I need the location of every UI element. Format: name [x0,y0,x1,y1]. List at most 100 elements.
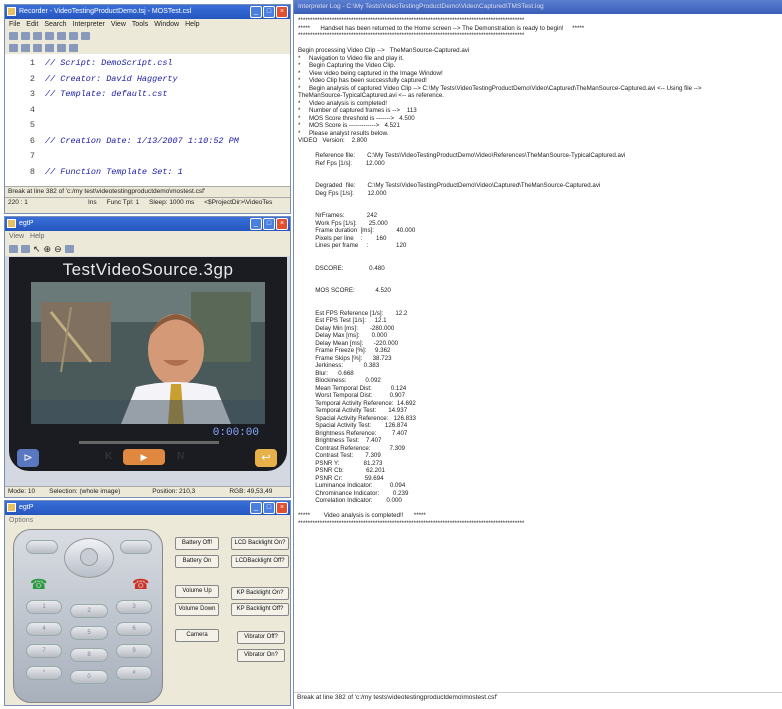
key-0[interactable]: 0 [70,670,108,684]
step-icon[interactable] [21,44,30,52]
kp-backlight-on-button[interactable]: KP Backlight On? [231,587,289,600]
zoom-out-icon[interactable]: ⊖ [54,244,62,255]
cursor-position: 220 : 1 [8,199,28,206]
menu-file[interactable]: File [9,19,20,30]
code-editor[interactable]: 1// Script: DemoScript.csl 2// Creator: … [5,54,290,186]
play-button[interactable]: ▶ [123,449,165,465]
record-icon[interactable] [21,245,30,253]
minimize-button[interactable]: _ [250,6,262,18]
menu-view[interactable]: View [9,231,24,242]
log-titlebar[interactable]: Interpreter Log - C:\My Tests\VideoTesti… [294,0,782,14]
log-line: * Please analyst results below. [298,129,389,137]
call-icon[interactable]: ☎ [30,576,47,593]
log-line: ****************************************… [298,519,525,527]
menu-options[interactable]: Options [9,515,33,526]
position-status: Position: 210,3 [152,488,196,495]
softkey-right[interactable] [120,540,152,554]
back-icon[interactable]: ⊳ [17,449,39,467]
menu-help[interactable]: Help [30,231,44,242]
close-button[interactable]: × [276,502,288,514]
log-line: ****************************************… [298,32,525,39]
return-icon[interactable]: ↩ [255,449,277,467]
nav-center[interactable] [80,548,98,566]
cut-icon[interactable] [45,32,54,40]
selection-status: Selection: (whole image) [49,488,121,495]
stop-icon[interactable] [33,44,42,52]
code-line: 7 [29,151,35,161]
key-7[interactable]: 7 [26,644,62,658]
breakpoint-icon[interactable] [45,44,54,52]
minimize-button[interactable]: _ [250,218,262,230]
new-file-icon[interactable] [9,32,18,40]
zoom-in-icon[interactable]: ⊕ [44,244,52,255]
key-4[interactable]: 4 [26,622,62,636]
paste-icon[interactable] [69,32,78,40]
volume-down-button[interactable]: Volume Down [175,603,219,616]
menu-interpreter[interactable]: Interpreter [73,19,105,30]
maximize-button[interactable]: □ [263,218,275,230]
phone-titlebar[interactable]: egtP _ □ × [5,501,290,515]
open-icon[interactable] [21,32,30,40]
softkey-left[interactable] [26,540,58,554]
menu-edit[interactable]: Edit [26,19,38,30]
step-over-icon[interactable] [69,44,78,52]
prev-icon[interactable]: K [105,451,112,462]
key-2[interactable]: 2 [70,604,108,618]
volume-up-button[interactable]: Volume Up [175,585,219,598]
run-icon[interactable] [9,44,18,52]
key-1[interactable]: 1 [26,600,62,614]
key-hash[interactable]: # [116,666,152,680]
code-line: 4 [29,104,35,115]
minimize-button[interactable]: _ [250,502,262,514]
battery-off-button[interactable]: Battery Off! [175,537,219,550]
recorder-titlebar[interactable]: Recorder - VideoTestingProductDemo.tsj -… [5,5,290,19]
player-titlebar[interactable]: egtP _ □ × [5,217,290,231]
log-output[interactable]: ****************************************… [294,14,782,684]
kp-backlight-off-button[interactable]: KP Backlight Off? [231,603,289,616]
menu-window[interactable]: Window [154,19,179,30]
copy-icon[interactable] [57,32,66,40]
camera-icon[interactable] [9,245,18,253]
log-statusbar: Break at line 382 of 'c:/my tests\videot… [294,692,782,703]
pointer-icon[interactable]: ↖ [33,244,41,255]
lcd-backlight-off-button[interactable]: LCDBacklight Off? [231,555,289,568]
log-line: Correlation Indicator: 0.000 [298,497,402,504]
key-star[interactable]: * [26,666,62,680]
phone-title: egtP [19,504,34,511]
save-icon[interactable] [33,32,42,40]
close-button[interactable]: × [276,218,288,230]
key-5[interactable]: 5 [70,626,108,640]
player-title: egtP [19,220,34,227]
key-8[interactable]: 8 [70,648,108,662]
key-9[interactable]: 9 [116,644,152,658]
menu-help[interactable]: Help [185,19,199,30]
maximize-button[interactable]: □ [263,6,275,18]
battery-on-button[interactable]: Battery On [175,555,219,568]
step-into-icon[interactable] [57,44,66,52]
menu-tools[interactable]: Tools [132,19,148,30]
sleep-status: Sleep: 1000 ms [149,199,195,206]
video-frame [31,282,265,424]
maximize-button[interactable]: □ [263,502,275,514]
next-icon[interactable]: N [177,451,184,462]
vibrator-on-button[interactable]: Vibrator On? [237,649,285,662]
rgb-status: RGB: 49,53,49 [229,488,273,495]
interpreter-log-window: Interpreter Log - C:\My Tests\VideoTesti… [293,0,782,709]
player-menubar: View Help [5,231,290,242]
camera-button[interactable]: Camera [175,629,219,642]
key-6[interactable]: 6 [116,622,152,636]
print-icon[interactable] [81,32,90,40]
recorder-title: Recorder - VideoTestingProductDemo.tsj -… [19,8,192,15]
vibrator-off-button[interactable]: Vibrator Off? [237,631,285,644]
menu-view[interactable]: View [111,19,126,30]
grid-icon[interactable] [64,245,74,253]
phone-keypad: ☎ ☎ 1 2 3 4 5 6 7 8 9 * 0 # [13,529,163,703]
close-button[interactable]: × [276,6,288,18]
end-call-icon[interactable]: ☎ [132,576,149,593]
recorder-toolbar-1 [5,30,290,42]
key-3[interactable]: 3 [116,600,152,614]
log-line: MOS SCORE: 4.520 [298,287,391,294]
lcd-backlight-on-button[interactable]: LCD Backlight On? [231,537,289,550]
menu-search[interactable]: Search [44,19,66,30]
code-line: 2// Creator: David Haggerty [29,73,178,84]
